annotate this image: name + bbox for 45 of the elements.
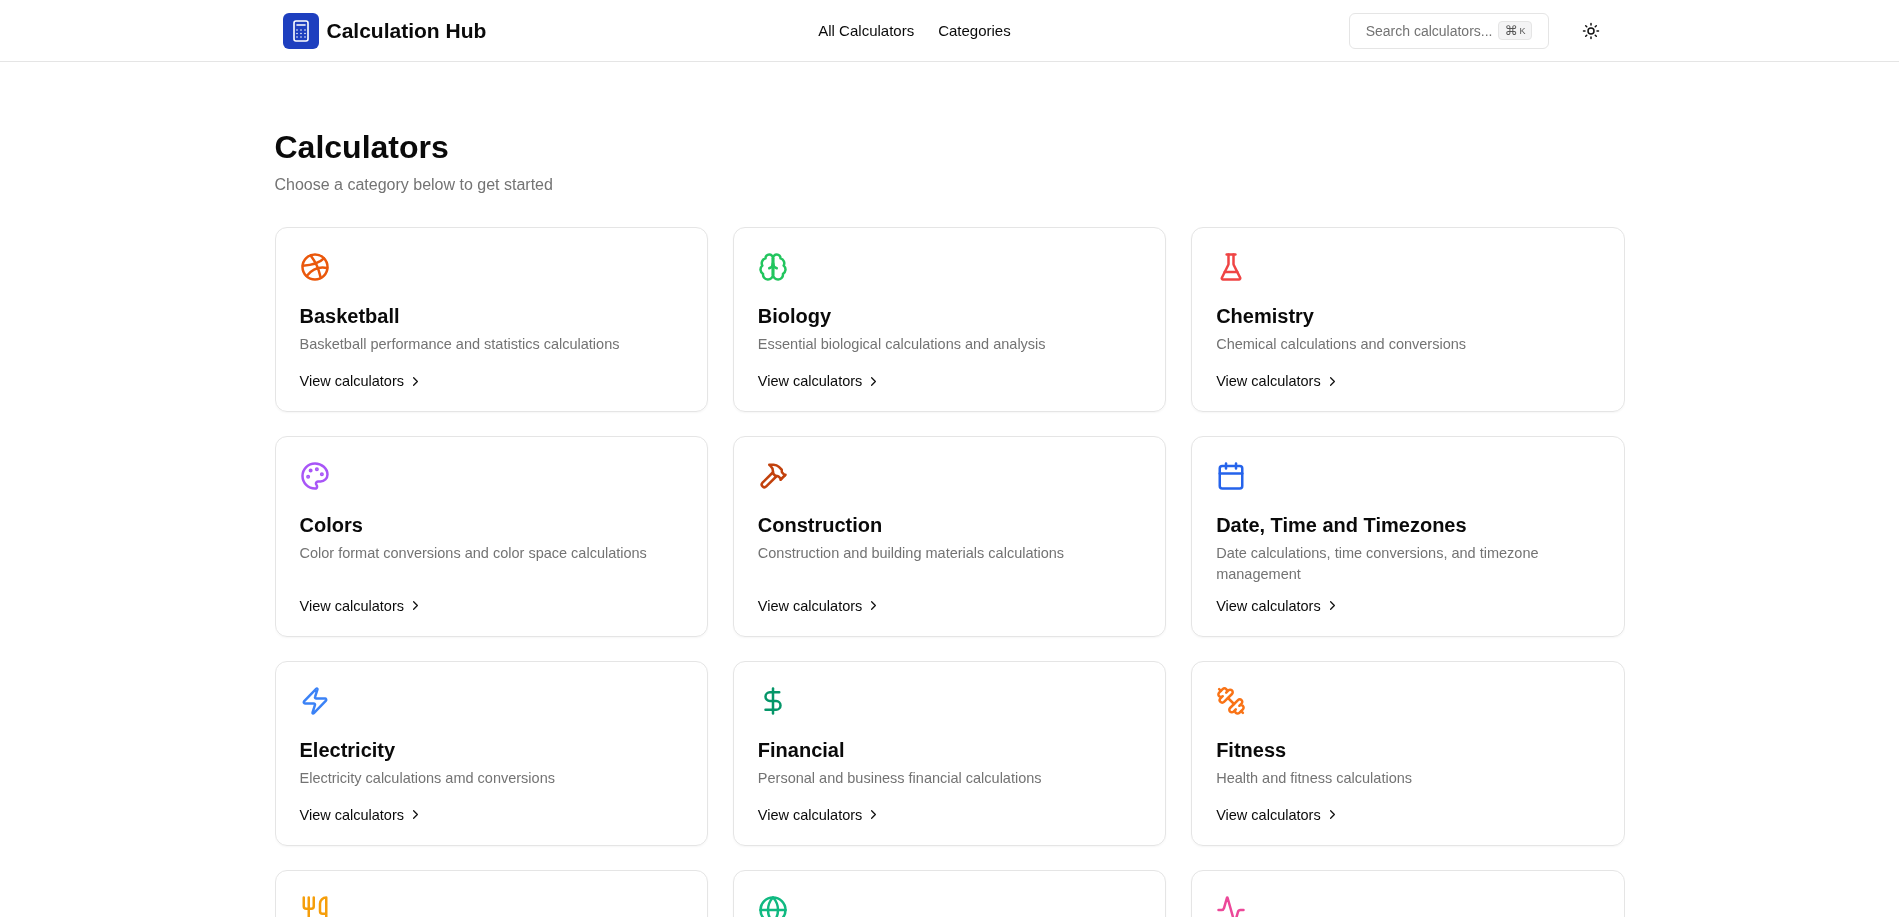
category-title: Biology: [757, 304, 833, 329]
nav-link[interactable]: All Calculators: [818, 22, 915, 39]
page-subtitle: Choose a category below to get started: [274, 176, 554, 195]
view-calculators-link[interactable]: View calculators: [299, 793, 423, 823]
category-description: Color format conversions and color space calculations: [299, 544, 648, 564]
search-button[interactable]: Search calculators... ⌘K: [1348, 12, 1549, 49]
category-card[interactable]: Fitness Health and fitness calculations View calculators: [1191, 661, 1625, 846]
view-calculators-link[interactable]: View calculators: [1216, 793, 1340, 823]
page-title: Calculators: [274, 128, 450, 167]
nav-link[interactable]: Categories: [938, 22, 1011, 39]
category-description: Electricity calculations amd conversions: [299, 769, 556, 788]
category-title: Electricity: [299, 738, 397, 762]
category-title: Basketball: [299, 304, 401, 329]
category-card[interactable]: Basketball Basketball performance and statistics calculations View calculators: [274, 227, 708, 413]
keyboard-shortcut: ⌘K: [1498, 21, 1532, 40]
category-card[interactable]: Colors Color format conversions and color space calculations View calculators: [274, 436, 708, 637]
view-calculators-link[interactable]: View calculators: [1216, 359, 1340, 390]
category-card[interactable]: Chemistry Chemical calculations and conversions View calculators: [1191, 227, 1625, 413]
view-calculators-link[interactable]: View calculators: [757, 359, 882, 390]
category-description: Essential biological calculations and analysis: [757, 335, 1047, 355]
category-card[interactable]: Date, Time and Timezones Date calculations, time conversions, and timezone management View calculators: [1191, 436, 1625, 637]
category-description: Basketball performance and statistics calculations: [299, 335, 621, 355]
view-calculators-link[interactable]: View calculators: [757, 584, 882, 614]
sun-icon: [1581, 21, 1600, 40]
category-card[interactable]: Construction Construction and building materials calculations View calculators: [732, 436, 1167, 637]
category-description: Date calculations, time conversions, and timezone management: [1216, 544, 1540, 584]
category-description: Personal and business financial calculations: [757, 769, 1043, 788]
calculator-logo-icon: [282, 12, 319, 49]
category-title: Date, Time and Timezones: [1216, 513, 1468, 538]
category-title: Colors: [299, 513, 364, 538]
category-description: Chemical calculations and conversions: [1216, 335, 1467, 355]
category-title: Fitness: [1216, 738, 1288, 762]
view-calculators-link[interactable]: View calculators: [757, 793, 882, 823]
category-card[interactable]: Biology Essential biological calculations and analysis View calculators: [732, 227, 1167, 413]
category-description: Construction and building materials calculations: [757, 544, 1066, 564]
category-title: Financial: [757, 738, 846, 762]
view-calculators-link[interactable]: View calculators: [299, 359, 423, 390]
view-calculators-link[interactable]: View calculators: [299, 584, 423, 614]
category-title: Construction: [757, 513, 884, 538]
category-description: Health and fitness calculations: [1216, 769, 1414, 788]
category-title: Chemistry: [1216, 304, 1315, 329]
site-title[interactable]: Calculation Hub: [326, 18, 487, 43]
category-card[interactable]: Financial Personal and business financial calculations View calculators: [732, 661, 1167, 846]
view-calculators-link[interactable]: View calculators: [1216, 584, 1340, 614]
category-card[interactable]: Electricity Electricity calculations amd conversions View calculators: [274, 661, 708, 846]
